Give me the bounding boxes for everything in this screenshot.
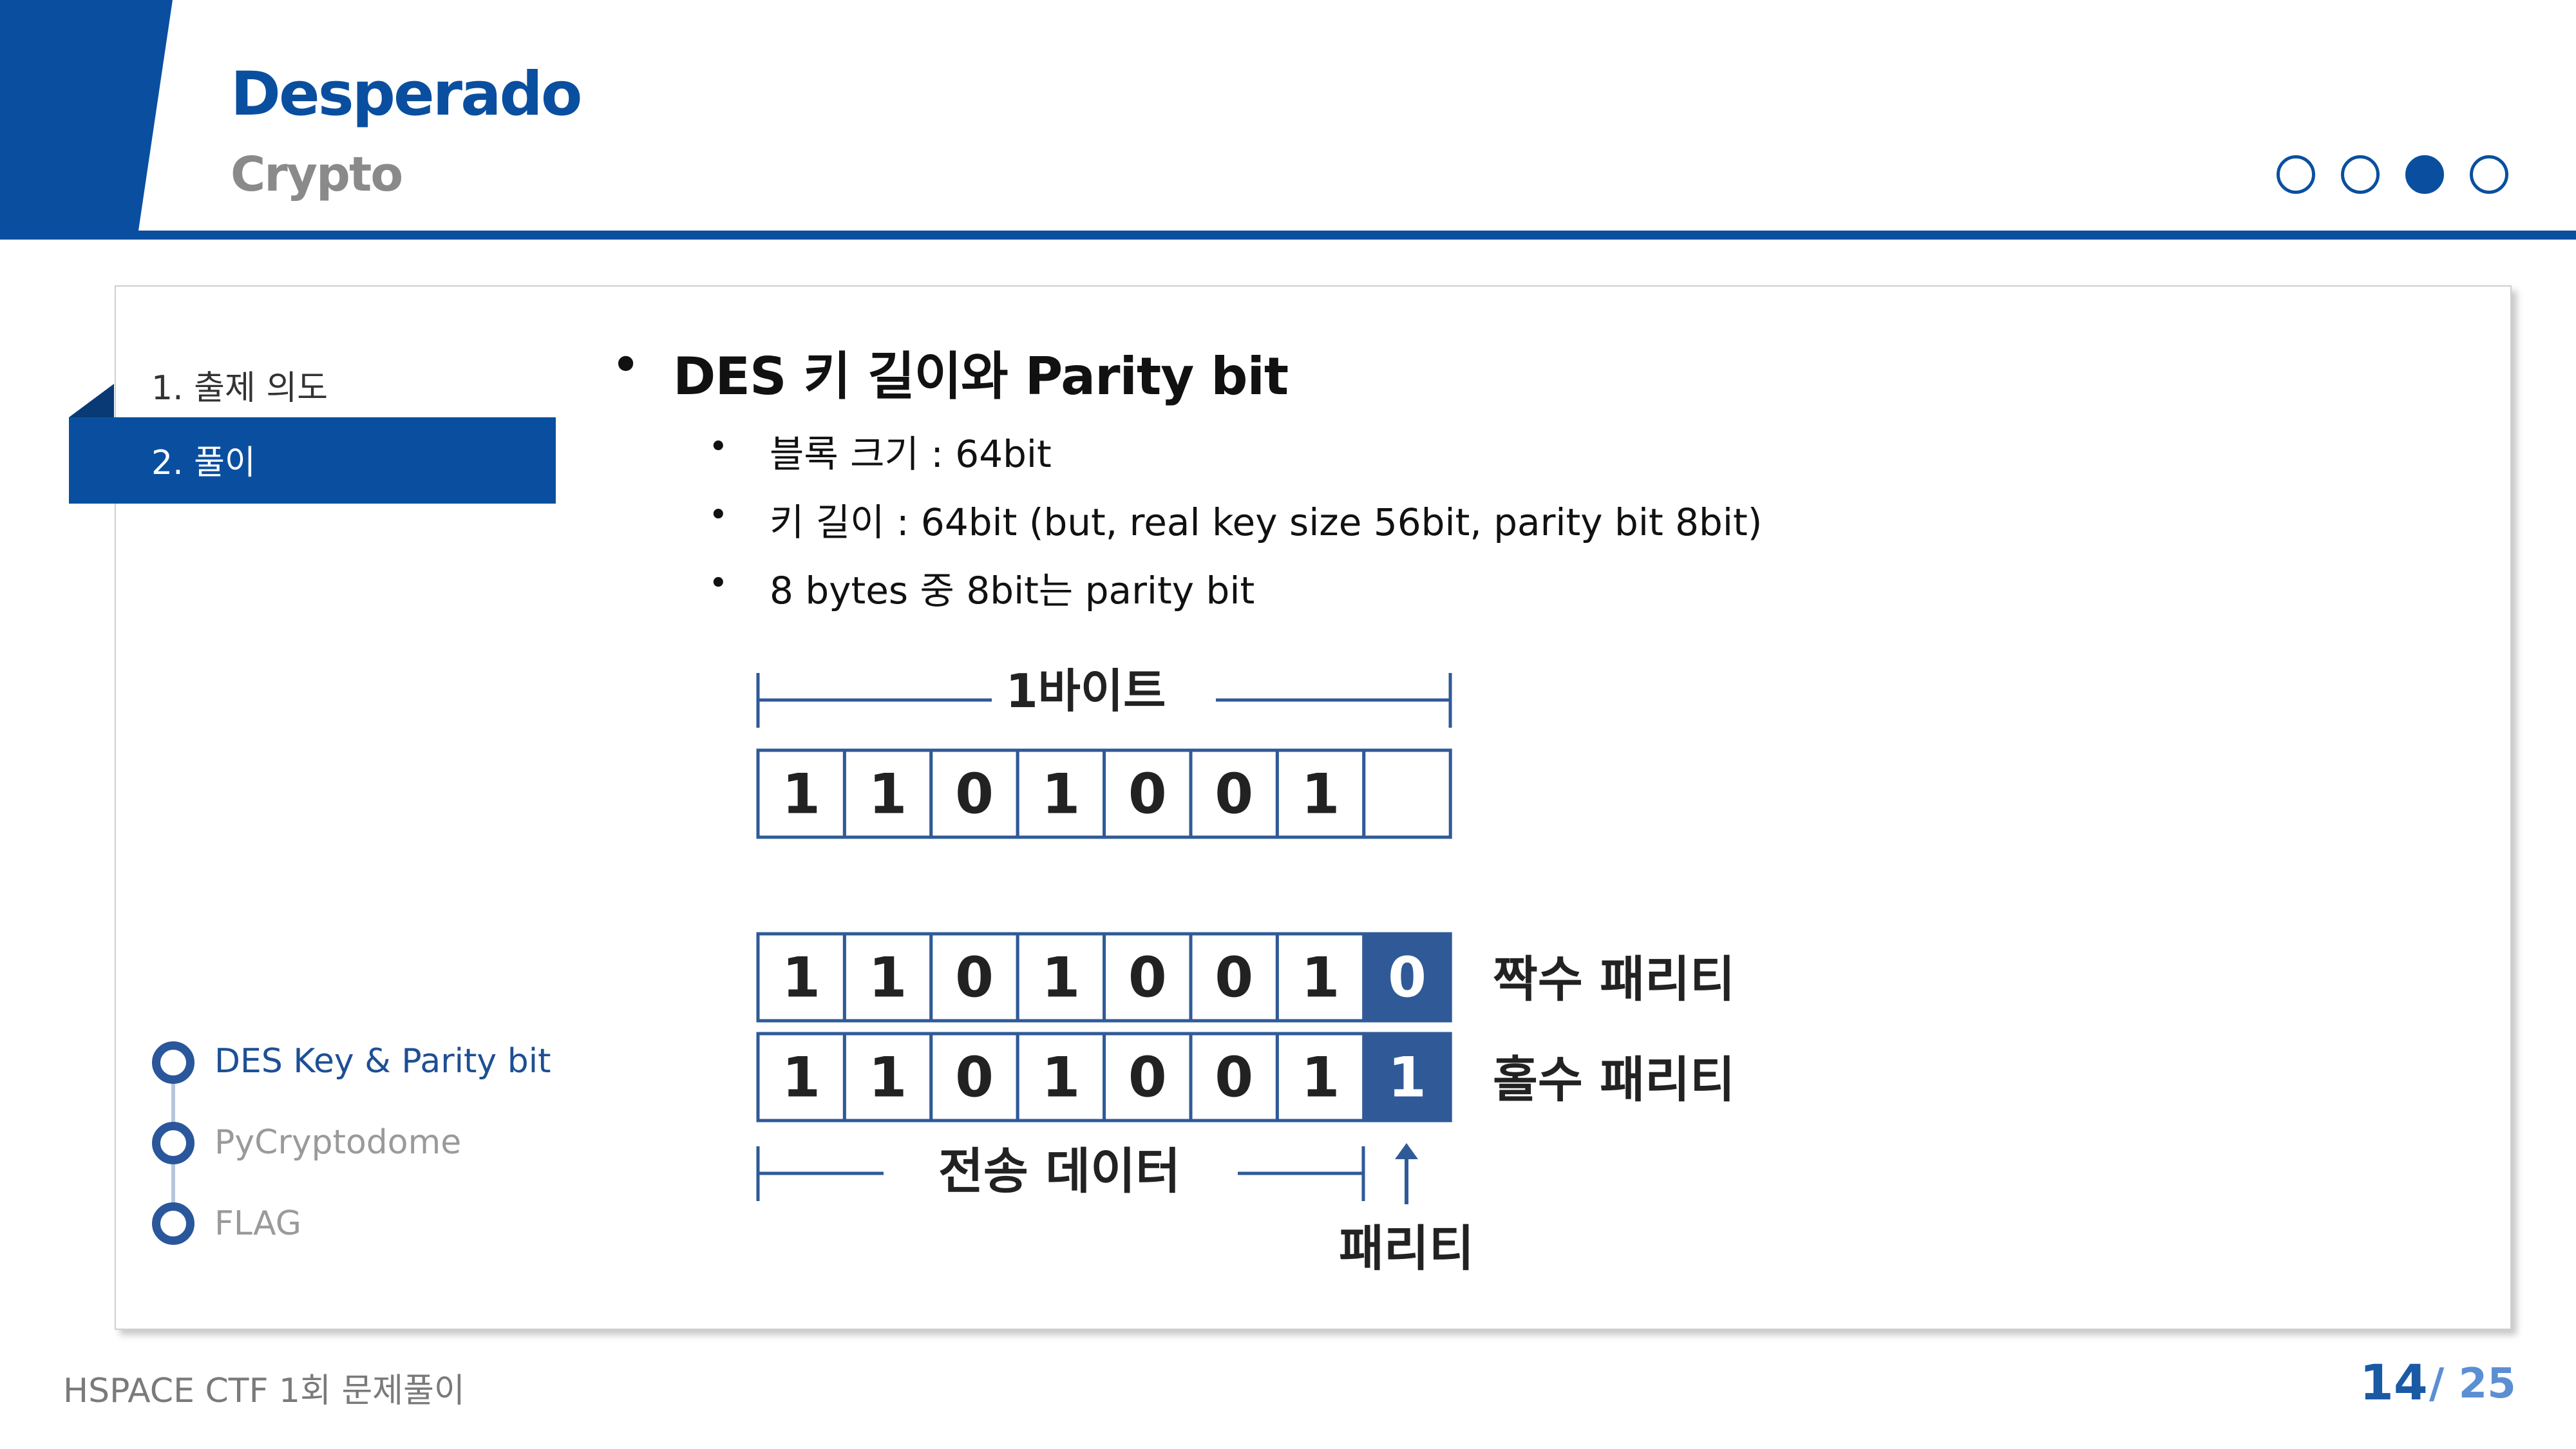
toc-bullet-icon: [152, 1041, 194, 1084]
toc-item-pycryptodome[interactable]: PyCryptodome: [214, 1123, 461, 1162]
bit-value: 0: [1128, 946, 1167, 1010]
bit-value: 1: [1041, 946, 1080, 1010]
byte-label: 1바이트: [1006, 664, 1166, 718]
parity-label: 패리티: [1339, 1220, 1474, 1277]
bit-row-even-parity: 11010010: [756, 932, 1452, 1023]
arrow-up-icon: [1395, 1143, 1418, 1159]
bit-value: 0: [1215, 762, 1253, 827]
bit-value: 0: [955, 1046, 994, 1110]
toc-item-flag[interactable]: FLAG: [214, 1204, 301, 1243]
bit-value: 0: [955, 946, 994, 1010]
page-number-total: / 25: [2429, 1360, 2516, 1408]
bit-value: 1: [782, 946, 820, 1010]
bit-value: 0: [955, 762, 994, 827]
parity-bit-value: 0: [1388, 946, 1426, 1010]
bit-value: 0: [1128, 762, 1167, 827]
bit-value: 1: [869, 946, 907, 1010]
bit-value: 1: [1302, 762, 1340, 827]
bit-value: 1: [782, 1046, 820, 1110]
bit-value: 0: [1215, 946, 1253, 1010]
bit-value: 1: [869, 1046, 907, 1110]
toc-bullet-icon: [152, 1122, 194, 1164]
bit-value: 1: [1041, 762, 1080, 827]
toc-bullet-icon: [152, 1202, 194, 1245]
bit-value: 1: [782, 762, 820, 827]
bit-row-original: 1101001: [756, 748, 1452, 839]
bit-row-odd-parity: 11010011: [756, 1032, 1452, 1122]
parity-diagram: 1바이트 1101001 11010010 11010011 짝수 패리티 홀수…: [756, 664, 1735, 1277]
bit-value: 0: [1128, 1046, 1167, 1110]
footer-title: HSPACE CTF 1회 문제풀이: [63, 1372, 465, 1410]
page-number-current: 14: [2360, 1354, 2428, 1411]
bit-value: 1: [1302, 1046, 1340, 1110]
bit-value: 0: [1215, 1046, 1253, 1110]
odd-parity-label: 홀수 패리티: [1493, 1051, 1735, 1108]
toc-item-des-key[interactable]: DES Key & Parity bit: [214, 1042, 551, 1081]
bit-value: 1: [1302, 946, 1340, 1010]
data-label: 전송 데이터: [938, 1142, 1180, 1200]
bit-value: 1: [869, 762, 907, 827]
parity-bit-value: 1: [1388, 1046, 1426, 1110]
even-parity-label: 짝수 패리티: [1493, 951, 1735, 1008]
bit-cell: [1362, 748, 1452, 839]
bit-value: 1: [1041, 1046, 1080, 1110]
